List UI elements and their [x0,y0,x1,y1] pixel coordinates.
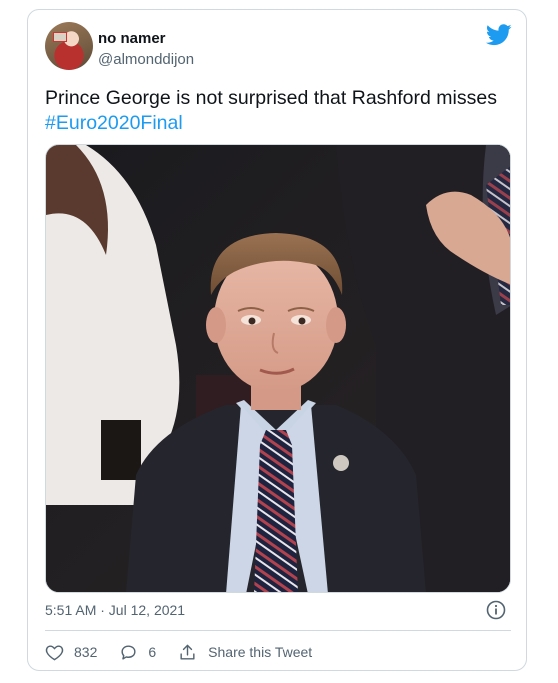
reply-icon [121,644,136,660]
actions-divider [45,630,511,631]
twitter-bird-icon[interactable] [486,24,512,46]
share-label: Share this Tweet [208,644,313,660]
tweet-image[interactable] [45,144,511,593]
reply-count: 6 [148,644,157,660]
avatar[interactable] [45,22,93,70]
author-handle[interactable]: @almonddijon [98,51,194,68]
reply-button[interactable]: 6 [119,643,156,662]
share-icon [180,644,195,660]
hashtag-link[interactable]: #Euro2020Final [45,112,183,134]
share-button[interactable]: Share this Tweet [178,643,312,662]
tweet-body: Prince George is not surprised that Rash… [45,87,497,109]
like-count: 832 [74,644,98,660]
tweet-actions: 832 6 Share this Tweet [45,640,334,664]
info-icon[interactable] [486,600,506,620]
tweet-card[interactable]: no namer @almonddijon Prince George is n… [27,9,527,671]
avatar-flag [53,32,67,42]
tweet-text: Prince George is not surprised that Rash… [45,86,515,136]
like-button[interactable]: 832 [45,643,97,662]
heart-icon [45,644,64,660]
author-name[interactable]: no namer [98,30,166,47]
photo-prince-george [46,145,510,592]
tweet-timestamp[interactable]: 5:51 AM · Jul 12, 2021 [45,602,185,618]
